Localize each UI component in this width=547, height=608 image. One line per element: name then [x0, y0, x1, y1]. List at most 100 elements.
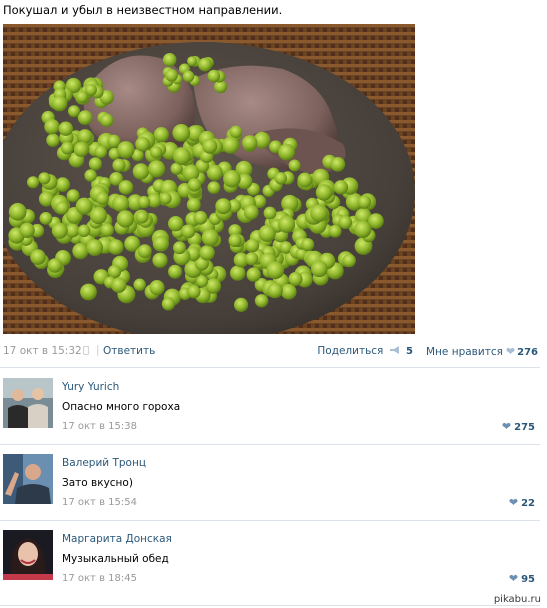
comment-author[interactable]: Маргарита Донская: [62, 533, 172, 545]
divider: [0, 367, 540, 368]
avatar[interactable]: [3, 454, 53, 504]
comment-like-button[interactable]: ❤ 95: [509, 572, 535, 585]
pea: [266, 261, 285, 280]
comment-author[interactable]: Валерий Тронц: [62, 457, 146, 469]
pea: [228, 233, 242, 248]
pea: [230, 265, 246, 281]
pea: [245, 238, 260, 253]
post-text: Покушал и убыл в неизвестном направлении…: [3, 3, 283, 17]
pea: [55, 177, 70, 192]
avatar[interactable]: [3, 378, 53, 428]
divider: [0, 444, 540, 445]
comment-time[interactable]: 17 окт в 18:45: [62, 573, 137, 584]
like-button[interactable]: Мне нравится ❤ 276: [426, 345, 538, 358]
pea: [152, 252, 168, 268]
pea: [149, 146, 163, 159]
pea: [274, 172, 287, 185]
post-photo[interactable]: [3, 24, 415, 334]
pea: [8, 202, 27, 221]
pea: [47, 258, 63, 273]
pea: [44, 119, 60, 135]
pea: [116, 210, 135, 228]
pea: [152, 235, 169, 252]
share-button[interactable]: Поделиться 5: [317, 345, 413, 357]
comment-text: Музыкальный обед: [62, 553, 169, 565]
divider: [0, 605, 540, 606]
pea: [297, 172, 313, 188]
share-count: 5: [406, 346, 413, 357]
comment-like-button[interactable]: ❤ 22: [509, 496, 535, 509]
comment-text: Опасно много гороха: [62, 401, 181, 413]
pea: [58, 121, 73, 136]
pea: [186, 197, 201, 212]
pea: [77, 224, 91, 238]
pea: [338, 215, 353, 230]
pea: [278, 143, 295, 161]
pea: [135, 136, 151, 152]
comment-time[interactable]: 17 окт в 15:54: [62, 497, 137, 508]
pea: [278, 215, 296, 233]
pea: [168, 216, 184, 232]
pea: [39, 212, 53, 225]
pea: [88, 157, 102, 171]
pea: [263, 206, 277, 220]
pea: [100, 113, 114, 128]
comment: Маргарита Донская Музыкальный обед 17 ок…: [0, 524, 545, 598]
comment-like-button[interactable]: ❤ 275: [502, 420, 535, 433]
pea: [100, 223, 114, 237]
pea: [301, 238, 315, 252]
pea: [198, 57, 213, 72]
pea: [112, 158, 126, 172]
pea: [187, 56, 197, 67]
post-date[interactable]: 17 окт в 15:32: [3, 345, 82, 357]
pea: [77, 110, 93, 125]
comment-time[interactable]: 17 окт в 15:38: [62, 421, 137, 432]
pea: [27, 176, 40, 189]
pea: [95, 191, 109, 205]
pea: [94, 145, 108, 159]
pea: [135, 210, 149, 224]
pea: [243, 204, 259, 220]
pea: [330, 157, 346, 172]
pea: [89, 206, 108, 225]
pea: [202, 138, 218, 154]
pea: [165, 69, 178, 82]
pea: [172, 124, 191, 142]
comment-author[interactable]: Yury Yurich: [62, 381, 119, 393]
pea: [111, 277, 127, 293]
pea: [246, 267, 261, 282]
pea: [311, 260, 328, 278]
comment-like-count: 275: [514, 422, 535, 433]
pea: [182, 70, 195, 83]
pea: [108, 239, 124, 255]
share-label: Поделиться: [317, 345, 384, 357]
pea: [162, 53, 177, 67]
pea: [234, 297, 249, 312]
comment: Yury Yurich Опасно много гороха 17 окт в…: [0, 372, 545, 446]
comment-like-count: 22: [521, 498, 535, 509]
pea: [137, 244, 152, 259]
heart-icon: ❤: [508, 496, 519, 509]
divider: [0, 520, 540, 521]
reply-link[interactable]: Ответить: [103, 345, 155, 357]
pea: [258, 224, 276, 242]
pea: [206, 164, 223, 181]
pea: [333, 180, 349, 195]
heart-icon: ❤: [501, 420, 512, 433]
pea: [137, 195, 151, 209]
avatar[interactable]: [3, 530, 53, 580]
pea: [187, 178, 202, 192]
pea: [153, 127, 169, 143]
pea: [280, 283, 297, 300]
pea: [73, 141, 89, 157]
pea: [51, 95, 68, 112]
pea: [75, 197, 93, 215]
pea: [342, 253, 356, 268]
comment-text: Зато вкусно): [62, 477, 133, 489]
apple-icon: : [83, 345, 89, 356]
pea: [193, 210, 208, 225]
pea: [19, 222, 35, 238]
pea: [72, 243, 89, 260]
pea: [77, 129, 93, 144]
pea: [207, 69, 221, 83]
